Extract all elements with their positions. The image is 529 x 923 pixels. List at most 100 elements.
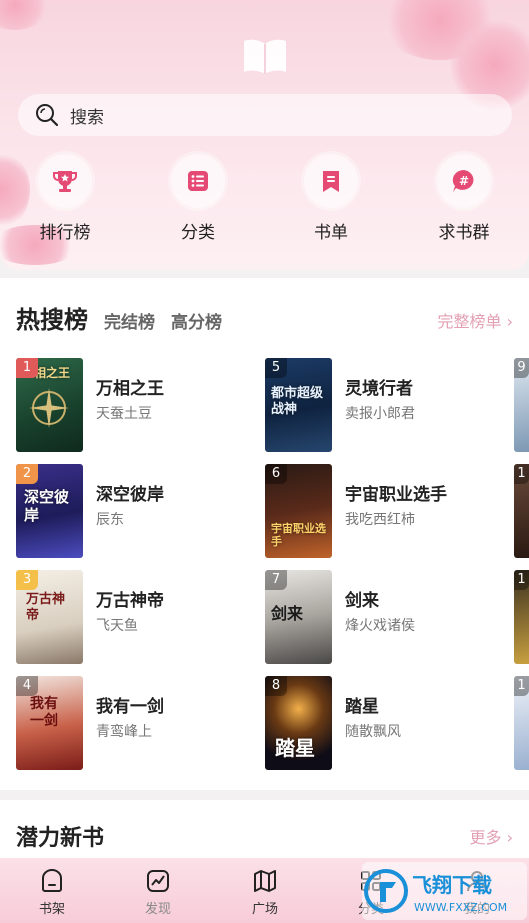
quick-link-booklist[interactable]: 书单 [281, 154, 381, 243]
book-title: 深空彼岸 [96, 485, 164, 505]
book-item[interactable]: 剑来 7 剑来 烽火戏诸侯 [265, 570, 505, 664]
cover-title: 万古神帝 [26, 592, 66, 623]
cover-title: 我有一剑 [30, 696, 58, 729]
nav-plaza[interactable]: 广场 [235, 868, 295, 917]
cover-title: 宇宙职业选手 [271, 522, 326, 548]
book-item[interactable]: 都市超级战神 5 灵境行者 卖报小郎君 [265, 358, 505, 452]
book-cover: 宇宙职业选手 6 [265, 464, 332, 558]
bookmark-icon [323, 171, 339, 192]
header: 搜索 排行榜 分类 书单 # 求书群 [0, 0, 529, 270]
full-ranking-link[interactable]: 完整榜单 › [438, 308, 514, 332]
book-author: 卖报小郎君 [345, 406, 415, 422]
rank-badge: 4 [16, 676, 38, 696]
book-title: 剑来 [345, 591, 379, 611]
map-icon [254, 870, 276, 892]
book-cover: 踏星 8 [265, 676, 332, 770]
book-author: 随散飘风 [345, 724, 401, 740]
nav-label: 书架 [38, 902, 65, 917]
nav-discover[interactable]: 发现 [128, 868, 188, 917]
watermark-url: WWW.FXXZ.COM [414, 901, 507, 914]
quick-link-label: 排行榜 [39, 223, 91, 243]
book-item[interactable]: 我有一剑 4 我有一剑 青鸾峰上 [16, 676, 256, 770]
book-item[interactable]: 宇宙职业选手 6 宇宙职业选手 我吃西红柿 [265, 464, 505, 558]
quick-icon-circle [304, 154, 358, 208]
book-title: 踏星 [345, 697, 379, 717]
open-book-icon [244, 39, 286, 74]
nav-label: 广场 [251, 902, 278, 917]
cover-title: 相之王 [34, 366, 71, 380]
rank-badge: 7 [265, 570, 287, 590]
quick-icon-circle: # [437, 154, 491, 208]
section-header: 热搜榜 完结榜 高分榜 完整榜单 › [16, 300, 513, 336]
rank-badge: 9 [514, 358, 529, 378]
book-item[interactable]: 万古神帝 3 万古神帝 飞天鱼 [16, 570, 256, 664]
watermark-text: 飞翔下载 [412, 873, 492, 897]
book-cover: 都市超级战神 5 [265, 358, 332, 452]
section-title: 潜力新书 [16, 826, 105, 851]
rank-badge: 6 [265, 464, 287, 484]
book-author: 青鸾峰上 [96, 724, 152, 740]
tab-high-score[interactable]: 高分榜 [171, 308, 222, 333]
hot-search-section: 热搜榜 完结榜 高分榜 完整榜单 › 相之王 1 万相之王 天蚕土豆 深空彼岸 … [0, 278, 529, 790]
book-cover: 万古神帝 3 [16, 570, 83, 664]
quick-icon-circle [171, 154, 225, 208]
book-cover: 剑来 7 [265, 570, 332, 664]
cover-title: 踏星 [275, 736, 315, 760]
cover-title: 深空彼岸 [24, 488, 70, 524]
tab-completed[interactable]: 完结榜 [104, 308, 155, 333]
cherry-blossom-decoration [0, 0, 50, 30]
book-title: 宇宙职业选手 [345, 485, 447, 505]
book-cover-partial[interactable]: 9 [514, 358, 529, 452]
book-cover: 相之王 1 [16, 358, 83, 452]
rank-badge: 8 [265, 676, 287, 696]
book-title: 我有一剑 [96, 697, 164, 717]
quick-links: 排行榜 分类 书单 # 求书群 [0, 154, 529, 244]
book-title: 万相之王 [96, 379, 164, 399]
rank-badge: 1 [514, 676, 529, 696]
quick-icon-circle [38, 154, 92, 208]
rank-badge: 3 [16, 570, 38, 590]
book-item[interactable]: 深空彼岸 2 深空彼岸 辰东 [16, 464, 256, 558]
book-cover-partial[interactable]: 1 [514, 570, 529, 664]
quick-link-ranking[interactable]: 排行榜 [15, 154, 115, 243]
nav-bookshelf[interactable]: 书架 [22, 868, 82, 917]
search-icon [36, 104, 59, 127]
shelf-icon [42, 869, 62, 892]
rank-badge: 1 [514, 464, 529, 484]
list-icon [188, 171, 208, 191]
quick-link-label: 书单 [314, 223, 348, 243]
tab-hot-search[interactable]: 热搜榜 [16, 300, 88, 335]
quick-link-label: 分类 [181, 223, 215, 243]
rank-badge: 1 [514, 570, 529, 590]
rank-badge: 5 [265, 358, 287, 378]
search-placeholder: 搜索 [70, 107, 104, 128]
book-cover: 深空彼岸 2 [16, 464, 83, 558]
book-cover-partial[interactable]: 1 [514, 676, 529, 770]
rank-badge: 1 [16, 358, 38, 378]
book-item[interactable]: 相之王 1 万相之王 天蚕土豆 [16, 358, 256, 452]
book-author: 我吃西红柿 [345, 512, 415, 528]
discover-icon [147, 870, 169, 892]
book-author: 辰东 [96, 512, 124, 528]
trophy-icon [53, 171, 77, 192]
watermark-logo: 飞翔下载 WWW.FXXZ.COM [362, 862, 527, 920]
cover-title: 都市超级战神 [271, 386, 324, 417]
rank-badge: 2 [16, 464, 38, 484]
hashtag-icon: # [452, 169, 474, 192]
book-author: 飞天鱼 [96, 618, 138, 634]
nav-label: 发现 [144, 902, 171, 917]
svg-text:#: # [459, 174, 469, 188]
more-link[interactable]: 更多 › [470, 824, 514, 848]
book-title: 灵境行者 [345, 379, 413, 399]
book-title: 万古神帝 [96, 591, 164, 611]
search-input[interactable]: 搜索 [18, 94, 512, 136]
cover-title: 剑来 [271, 604, 304, 623]
book-author: 天蚕土豆 [96, 406, 152, 422]
quick-link-label: 求书群 [438, 223, 490, 243]
book-cover-partial[interactable]: 1 [514, 464, 529, 558]
book-item[interactable]: 踏星 8 踏星 随散飘风 [265, 676, 505, 770]
quick-link-category[interactable]: 分类 [148, 154, 248, 243]
book-author: 烽火戏诸侯 [345, 618, 415, 634]
quick-link-book-request-group[interactable]: # 求书群 [414, 154, 514, 243]
book-cover: 我有一剑 4 [16, 676, 83, 770]
